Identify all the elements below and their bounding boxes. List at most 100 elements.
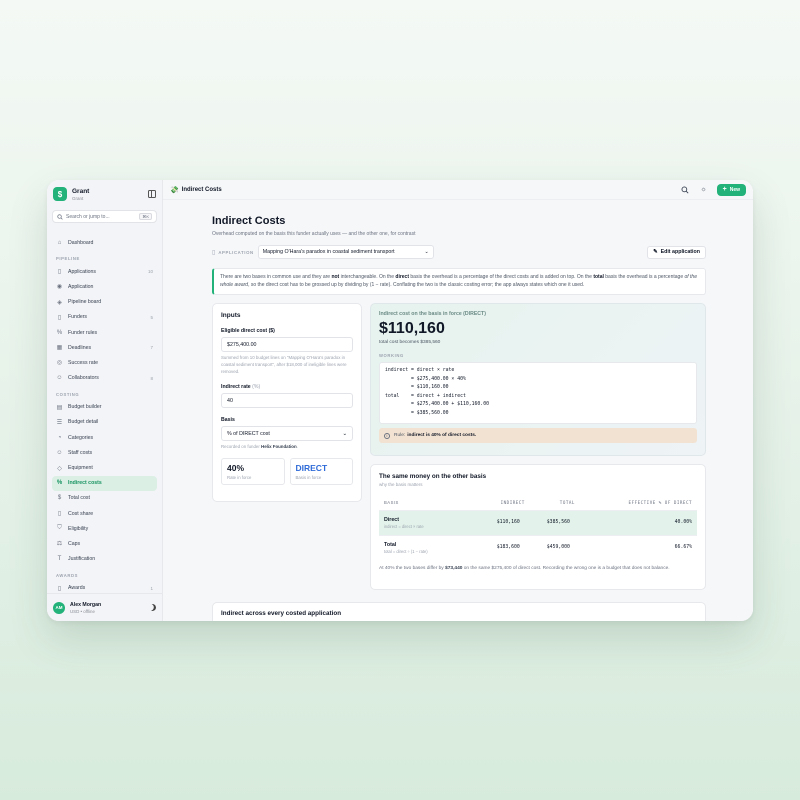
sidebar-item-collaborators[interactable]: ☺ Collaborators 8 bbox=[52, 371, 157, 386]
basis-hint-prefix: Recorded on funder bbox=[221, 444, 260, 450]
sidebar-item-label: Caps bbox=[68, 540, 81, 547]
rate-unit: (%) bbox=[252, 384, 261, 391]
basis-hint: Recorded on funder Helix Foundation. bbox=[221, 444, 298, 450]
sidebar-item-applications[interactable]: ▯ Applications 10 bbox=[52, 264, 157, 279]
plus-icon: + bbox=[722, 186, 727, 193]
application-label: APPLICATION bbox=[218, 249, 254, 255]
application-row: ▯ APPLICATION Mapping O'Hara's paradox i… bbox=[212, 245, 706, 259]
table-row: Total total = direct ÷ (1 − rate) $183,60… bbox=[379, 534, 697, 560]
users-icon: ☺ bbox=[56, 449, 63, 456]
sidebar-item-label: Justification bbox=[68, 556, 96, 563]
sidebar-item-staff-costs[interactable]: ☺ Staff costs bbox=[52, 445, 157, 460]
search-icon bbox=[57, 213, 63, 220]
application-select[interactable]: Mapping O'Hara's paradox in coastal sedi… bbox=[257, 245, 434, 259]
type-icon: T bbox=[57, 556, 62, 563]
sidebar-item-dashboard[interactable]: ⌂ Dashboard bbox=[52, 235, 157, 250]
sidebar-item-label: Applications bbox=[68, 268, 96, 275]
sidebar-item-pipeline-board[interactable]: ◈ Pipeline board bbox=[52, 295, 157, 310]
layers-icon: ◈ bbox=[57, 299, 62, 306]
page-subtitle: Overhead computed on the basis this fund… bbox=[212, 231, 416, 237]
nav-section-costing: COSTING bbox=[56, 391, 80, 397]
rule-text: indirect is 40% of direct costs. bbox=[407, 433, 477, 438]
result-total-note: total cost becomes $385,560 bbox=[379, 340, 441, 345]
direct-cost-input[interactable]: $275,400.00 bbox=[221, 337, 353, 352]
sidebar-item-budget-builder[interactable]: ▤ Budget builder bbox=[52, 400, 157, 415]
sidebar-item-awards[interactable]: ▯ Awards 1 bbox=[52, 581, 157, 593]
nav-section-pipeline: PIPELINE bbox=[56, 256, 80, 262]
edit-application-label: Edit application bbox=[660, 249, 700, 255]
moon-icon[interactable] bbox=[148, 603, 157, 612]
sidebar-item-label: Cost share bbox=[68, 510, 94, 517]
list-icon: ☰ bbox=[56, 419, 63, 426]
user-status: USD • offline bbox=[70, 608, 95, 614]
row-formula: total = direct ÷ (1 − rate) bbox=[384, 548, 428, 554]
sidebar-item-budget-detail[interactable]: ☰ Budget detail bbox=[52, 415, 157, 430]
sidebar-item-label: Success rate bbox=[68, 359, 98, 366]
user-panel[interactable]: AM Alex Morgan USD • offline bbox=[47, 593, 162, 621]
result-card: Indirect cost on the basis in force (DIR… bbox=[370, 303, 706, 456]
scale-icon: ⚖ bbox=[56, 541, 63, 548]
row-basis: Direct indirect = direct × rate bbox=[379, 510, 475, 535]
file-icon: ▯ bbox=[57, 269, 62, 276]
search-shortcut: ⌘K bbox=[139, 213, 152, 220]
application-value: Mapping O'Hara's paradox in coastal sedi… bbox=[262, 249, 395, 255]
sidebar-item-success-rate[interactable]: ◎ Success rate bbox=[52, 355, 157, 370]
search-icon[interactable] bbox=[679, 184, 691, 196]
sidebar-item-deadlines[interactable]: ▦ Deadlines 7 bbox=[52, 340, 157, 355]
page-title: Indirect Costs bbox=[212, 215, 286, 227]
sidebar-item-count: 5 bbox=[150, 314, 153, 320]
sidebar-item-funder-rules[interactable]: % Funder rules bbox=[52, 325, 157, 340]
rule-prefix: Rule: bbox=[394, 433, 406, 438]
sidebar-item-caps[interactable]: ⚖ Caps bbox=[52, 536, 157, 551]
dollar-icon: $ bbox=[57, 495, 62, 502]
basis-in-force-card: DIRECT Basis in force bbox=[289, 458, 353, 486]
sidebar-item-application[interactable]: ◉ Application bbox=[52, 279, 157, 294]
eye-icon: ◉ bbox=[56, 284, 63, 291]
applications-indirect-card: Indirect across every costed application bbox=[212, 602, 706, 621]
working-line: indirect = direct × rate bbox=[385, 368, 455, 373]
users-icon: ☺ bbox=[56, 375, 63, 382]
comparison-card: The same money on the other basis why th… bbox=[370, 464, 706, 590]
sidebar-item-label: Budget detail bbox=[68, 419, 99, 426]
sidebar-item-equipment[interactable]: ◇ Equipment bbox=[52, 460, 157, 475]
row-total: $385,560 bbox=[524, 510, 575, 535]
sidebar-item-cost-share[interactable]: ▯ Cost share bbox=[52, 506, 157, 521]
comparison-subtitle: why the basis matters bbox=[379, 482, 423, 487]
sidebar-item-justification[interactable]: T Justification bbox=[52, 552, 157, 567]
sidebar-item-label: Staff costs bbox=[68, 449, 93, 456]
user-name: Alex Morgan bbox=[70, 601, 102, 608]
row-indirect: $110,160 bbox=[474, 510, 525, 535]
sidebar-item-label: Eligibility bbox=[68, 525, 89, 532]
file-icon: ▯ bbox=[212, 249, 216, 256]
sidebar-toggle-icon[interactable] bbox=[148, 190, 156, 198]
summary-row: 40% Rate in force DIRECT Basis in force bbox=[221, 458, 353, 486]
target-icon: ◎ bbox=[56, 360, 63, 367]
sun-icon[interactable]: ☼ bbox=[698, 184, 710, 196]
working-line: total = direct + indirect bbox=[385, 393, 466, 399]
new-button-label: New bbox=[729, 186, 740, 193]
rate-input[interactable]: 40 bbox=[221, 393, 353, 409]
info-callout: There are two bases in common use and th… bbox=[212, 268, 706, 295]
inputs-card: Inputs Eligible direct cost ($) $275,400… bbox=[212, 303, 362, 502]
new-button[interactable]: + New bbox=[716, 183, 746, 196]
sidebar-item-funders[interactable]: ▯ Funders 5 bbox=[52, 310, 157, 325]
rule-banner: i Rule: indirect is 40% of direct costs. bbox=[379, 428, 697, 443]
inputs-title: Inputs bbox=[221, 312, 241, 319]
sidebar-item-categories[interactable]: ◔ Categories bbox=[52, 430, 157, 445]
avatar: AM bbox=[53, 601, 65, 614]
sidebar-item-total-cost[interactable]: $ Total cost bbox=[52, 491, 157, 506]
sidebar-item-indirect-costs[interactable]: % Indirect costs bbox=[52, 475, 157, 491]
column-header: BASIS bbox=[379, 495, 475, 511]
logo-icon: $ bbox=[53, 187, 67, 201]
brand-sub: Grant bbox=[72, 195, 84, 201]
app-window: $ Grant Grant Search or jump to... ⌘K ⌂ … bbox=[47, 180, 753, 621]
topbar-title: Indirect Costs bbox=[181, 186, 222, 193]
sidebar-item-label: Collaborators bbox=[68, 375, 99, 382]
chevron-down-icon: ⌄ bbox=[424, 249, 429, 255]
sidebar-item-eligibility[interactable]: ⛉ Eligibility bbox=[52, 521, 157, 536]
row-effective: 40.00% bbox=[574, 510, 697, 535]
basis-select[interactable]: % of DIRECT cost ⌄ bbox=[221, 426, 353, 442]
edit-application-button[interactable]: ✎ Edit application bbox=[647, 245, 706, 259]
box-icon: ◇ bbox=[57, 465, 62, 472]
search-input[interactable]: Search or jump to... ⌘K bbox=[52, 210, 157, 223]
